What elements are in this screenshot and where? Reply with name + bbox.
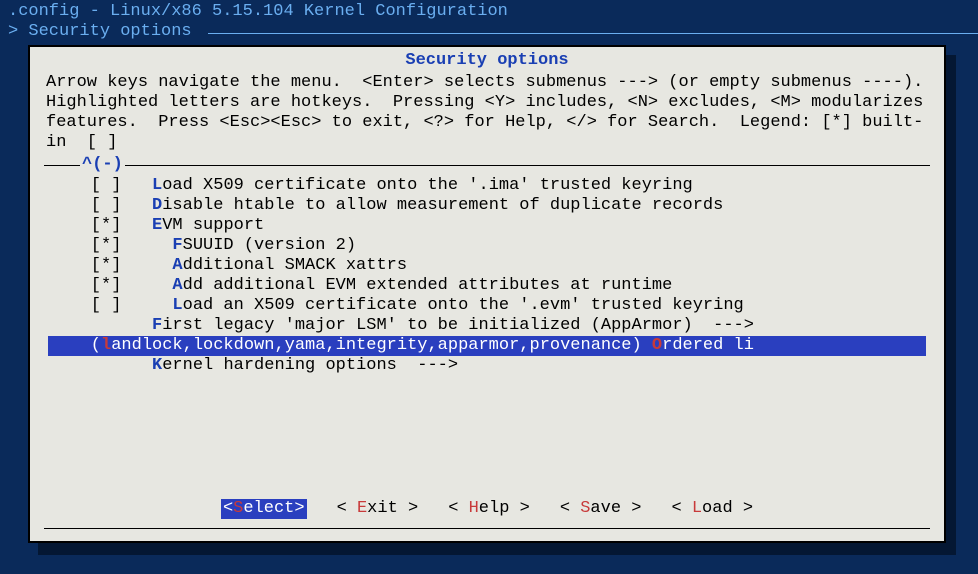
menu-item-7[interactable]: First legacy 'major LSM' to be initializ… — [48, 316, 926, 336]
menu-item-text: isable htable to allow measurement of du… — [162, 196, 723, 215]
menu-item-9[interactable]: Kernel hardening options ---> — [48, 356, 926, 376]
menu-item-prefix: [*] — [50, 236, 172, 255]
menu-item-hotkey: L — [152, 176, 162, 195]
menu-item-prefix: [*] — [50, 276, 172, 295]
menu-item-text: rdered li — [662, 336, 754, 355]
breadcrumb: > Security options — [8, 22, 202, 42]
menu-item-hotkey: F — [172, 236, 182, 255]
dialog-bottom-rule — [44, 528, 930, 529]
menu-item-0[interactable]: [ ] Load X509 certificate onto the '.ima… — [48, 176, 926, 196]
menu-item-text: VM support — [162, 216, 264, 235]
breadcrumb-rule — [208, 33, 978, 34]
menu-item-hotkey: F — [152, 316, 162, 335]
menu-item-hotkey: A — [172, 256, 182, 275]
menu-item-1[interactable]: [ ] Disable htable to allow measurement … — [48, 196, 926, 216]
menu-item-prefix: [*] — [50, 216, 152, 235]
menu-item-text: andlock,lockdown,yama,integrity,apparmor… — [111, 336, 652, 355]
select-button[interactable]: <Select> — [221, 499, 307, 519]
menu-item-hotkey: K — [152, 356, 162, 375]
menu-item-text: oad an X509 certificate onto the '.evm' … — [183, 296, 744, 315]
menu-item-hotkey: L — [172, 296, 182, 315]
menu-item-6[interactable]: [ ] Load an X509 certificate onto the '.… — [48, 296, 926, 316]
menu-item-prefix — [50, 316, 152, 335]
menu-item-text: oad X509 certificate onto the '.ima' tru… — [162, 176, 693, 195]
menu-item-prefix: ( — [50, 336, 101, 355]
button-row: <Select> < Exit > < Help > < Save > < Lo… — [30, 499, 944, 519]
menu-item-text: dditional SMACK xattrs — [183, 256, 407, 275]
menu-item-prefix: [ ] — [50, 296, 172, 315]
menu-item-hotkey: l — [101, 336, 111, 355]
list-rule — [125, 165, 930, 166]
dialog-instructions: Arrow keys navigate the menu. <Enter> se… — [30, 71, 944, 153]
menu-item-text: irst legacy 'major LSM' to be initialize… — [162, 316, 754, 335]
menu-item-text: dd additional EVM extended attributes at… — [183, 276, 673, 295]
list-rule — [44, 165, 80, 166]
menu-item-5[interactable]: [*] Add additional EVM extended attribut… — [48, 276, 926, 296]
load-button[interactable]: < Load > — [671, 499, 753, 519]
window-title: .config - Linux/x86 5.15.104 Kernel Conf… — [0, 0, 978, 22]
menu-item-text: SUUID (version 2) — [183, 236, 356, 255]
menu-item-prefix — [50, 356, 152, 375]
menu-item-hotkey: D — [152, 196, 162, 215]
menu-item-4[interactable]: [*] Additional SMACK xattrs — [48, 256, 926, 276]
menu-item-2[interactable]: [*] EVM support — [48, 216, 926, 236]
menu-item-8[interactable]: (landlock,lockdown,yama,integrity,apparm… — [48, 336, 926, 356]
menu-item-3[interactable]: [*] FSUUID (version 2) — [48, 236, 926, 256]
menu-item-prefix: [ ] — [50, 176, 152, 195]
menu-list[interactable]: [ ] Load X509 certificate onto the '.ima… — [44, 175, 930, 378]
menu-item-prefix: [ ] — [50, 196, 152, 215]
save-button[interactable]: < Save > — [560, 499, 642, 519]
exit-button[interactable]: < Exit > — [337, 499, 419, 519]
menu-item-text: ernel hardening options ---> — [162, 356, 458, 375]
menu-item-hotkey: O — [652, 336, 662, 355]
help-button[interactable]: < Help > — [448, 499, 530, 519]
scroll-up-indicator[interactable]: ^(-) — [80, 155, 125, 175]
menu-item-prefix: [*] — [50, 256, 172, 275]
menu-item-hotkey: A — [172, 276, 182, 295]
dialog-title: Security options — [30, 47, 944, 71]
menu-item-hotkey: E — [152, 216, 162, 235]
dialog: Security options Arrow keys navigate the… — [28, 45, 946, 543]
